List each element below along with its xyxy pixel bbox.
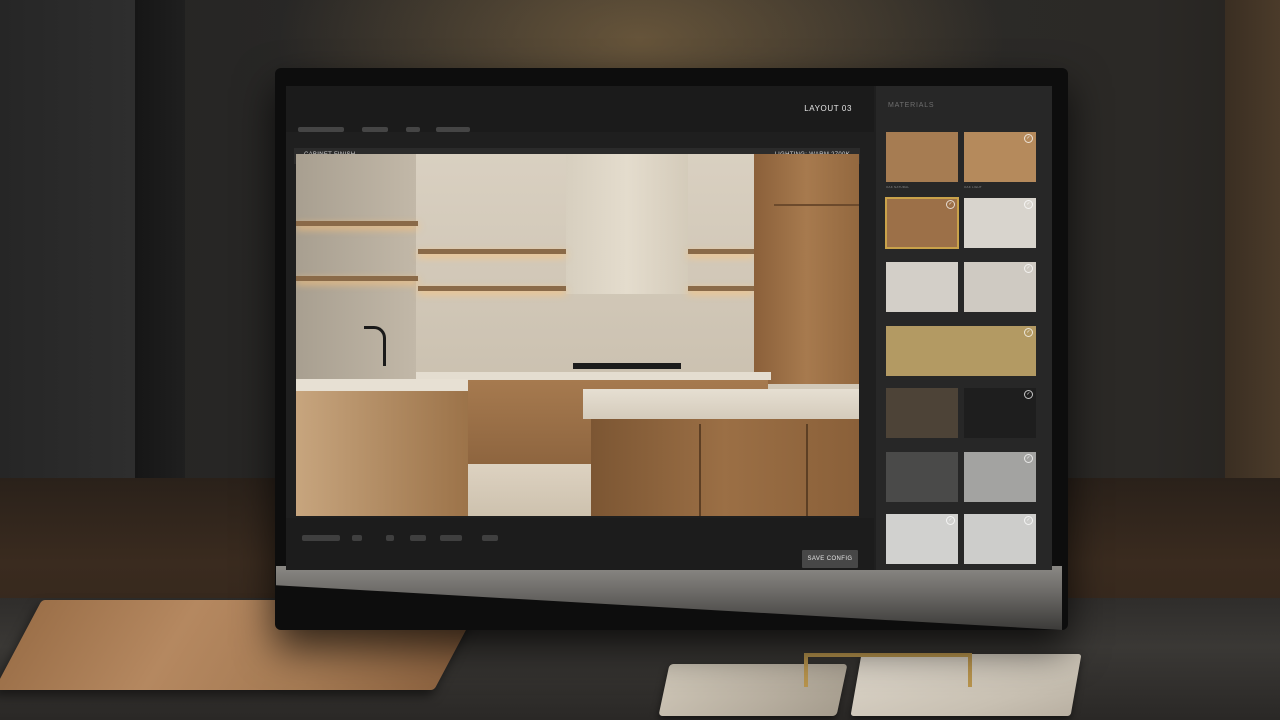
nav-item-blurred[interactable]: [436, 127, 470, 132]
render-shelf: [418, 249, 566, 254]
render-side-cabinets: [296, 391, 468, 516]
check-icon: ✓: [1024, 134, 1033, 143]
render-range-hood: [566, 154, 688, 294]
nav-item-blurred[interactable]: [406, 127, 420, 132]
material-swatch[interactable]: ✓: [964, 198, 1036, 248]
layout-title: LAYOUT 03: [804, 104, 852, 113]
render-shelf: [418, 286, 566, 291]
bottom-toolbar: [286, 518, 874, 570]
material-swatch[interactable]: ✓: [885, 197, 959, 249]
top-bar: [286, 86, 874, 132]
render-shelf: [688, 249, 754, 254]
toolbar-item-blurred[interactable]: [386, 535, 394, 541]
material-swatch[interactable]: ✓: [886, 326, 1036, 376]
check-icon: ✓: [1024, 454, 1033, 463]
material-swatch[interactable]: ✓: [886, 514, 958, 564]
kitchen-render-viewport[interactable]: [296, 154, 859, 516]
materials-heading: MATERIALS: [888, 102, 935, 109]
app-screen: LAYOUT 03 CABINET FINISH LIGHTING: WARM …: [286, 86, 1052, 570]
check-icon: ✓: [1024, 390, 1033, 399]
render-cabinet-seam: [774, 204, 859, 206]
material-swatch[interactable]: ✓: [964, 388, 1036, 438]
render-shelf: [296, 276, 418, 281]
stone-sample: [658, 664, 848, 716]
render-side-counter: [296, 379, 468, 391]
brass-handle-sample: [804, 653, 972, 687]
render-faucet: [364, 326, 386, 366]
wall-panel: [0, 0, 135, 480]
render-island-seam: [806, 424, 808, 516]
material-swatch[interactable]: ✓: [964, 132, 1036, 182]
check-icon: ✓: [1024, 200, 1033, 209]
toolbar-item-blurred[interactable]: [410, 535, 426, 541]
render-cooktop: [573, 363, 681, 369]
toolbar-item-blurred[interactable]: [482, 535, 498, 541]
render-island-seam: [699, 424, 701, 516]
render-shelf: [296, 221, 418, 226]
toolbar-item-blurred[interactable]: [440, 535, 462, 541]
render-back-counter: [416, 372, 771, 380]
wall-seam: [135, 0, 185, 480]
check-icon: ✓: [1024, 264, 1033, 273]
render-tall-cabinet: [754, 154, 859, 384]
material-swatch[interactable]: [886, 262, 958, 312]
nav-item-blurred[interactable]: [362, 127, 388, 132]
material-swatch-label: OAK NATURAL: [886, 185, 910, 189]
material-swatch[interactable]: ✓: [964, 452, 1036, 502]
render-shelf: [688, 286, 754, 291]
toolbar-item-blurred[interactable]: [352, 535, 362, 541]
material-swatch[interactable]: [886, 132, 958, 182]
materials-panel: MATERIALS OAK NATURAL ✓ OAK LIGHT ✓ ✓ ✓ ✓ ✓ ✓ ✓ ✓: [876, 86, 1052, 570]
material-swatch[interactable]: [886, 452, 958, 502]
wood-wall-panel: [1225, 0, 1280, 525]
material-swatch[interactable]: ✓: [964, 514, 1036, 564]
save-config-button[interactable]: SAVE CONFIG: [802, 550, 858, 568]
material-swatch-label: OAK LIGHT: [964, 185, 982, 189]
toolbar-item-blurred[interactable]: [302, 535, 340, 541]
render-island-top: [583, 389, 859, 419]
check-icon: ✓: [1024, 328, 1033, 337]
check-icon: ✓: [1024, 516, 1033, 525]
nav-item-blurred[interactable]: [298, 127, 344, 132]
material-swatch[interactable]: [886, 388, 958, 438]
check-icon: ✓: [946, 516, 955, 525]
check-icon: ✓: [946, 200, 955, 209]
render-island: [591, 419, 859, 516]
material-swatch[interactable]: ✓: [964, 262, 1036, 312]
